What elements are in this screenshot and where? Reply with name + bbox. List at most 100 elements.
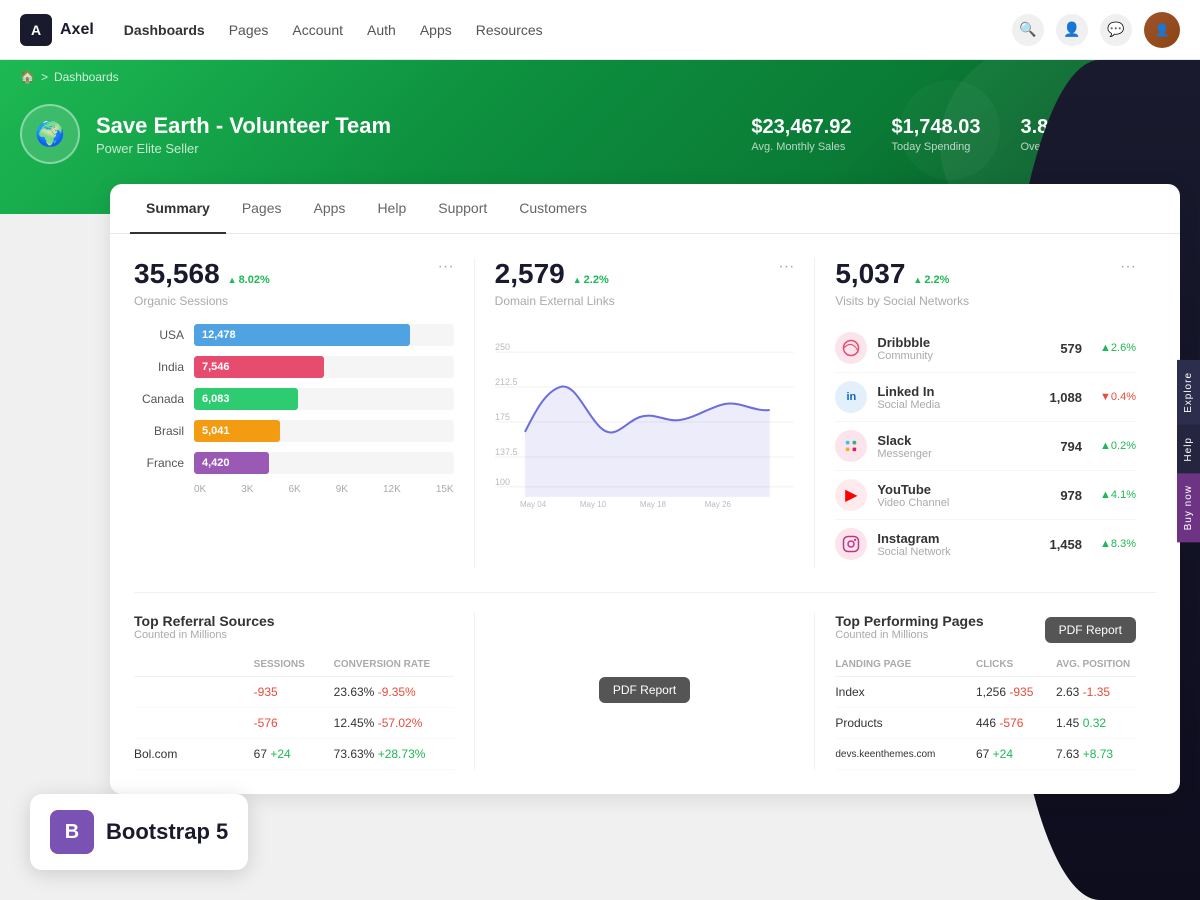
stat-value-7days: -7.4% — [1128, 116, 1180, 139]
bar-row-canada: Canada 6,083 — [134, 388, 454, 410]
metric-main-social: 5,037 ▲ 2.2% — [835, 258, 1120, 290]
bar-label-france: France — [134, 456, 184, 470]
breadcrumb-home[interactable]: 🏠 — [20, 70, 35, 84]
sessions-pct: 8.02% — [239, 274, 270, 286]
youtube-icon: ▶ — [835, 479, 867, 511]
team-info: Save Earth - Volunteer Team Power Elite … — [96, 113, 391, 156]
social-item-instagram: Instagram Social Network 1,458 ▲8.3% — [835, 520, 1136, 568]
youtube-change: ▲4.1% — [1100, 489, 1136, 501]
instagram-icon — [835, 528, 867, 560]
referral-sessions-1: -935 — [254, 685, 334, 699]
sessions-badge: ▲ 8.02% — [228, 274, 270, 286]
stat-label-sales: Avg. Monthly Sales — [751, 141, 851, 153]
bar-row-india: India 7,546 — [134, 356, 454, 378]
buy-now-button[interactable]: Buy now — [1177, 473, 1200, 542]
main-card: Summary Pages Apps Help Support Customer… — [110, 184, 1180, 794]
team-subtitle: Power Elite Seller — [96, 141, 391, 156]
referral-rate-1: 23.63% -9.35% — [334, 685, 454, 699]
tab-support[interactable]: Support — [422, 184, 503, 234]
referral-row-2: -576 12.45% -57.02% — [134, 708, 454, 739]
nav-account[interactable]: Account — [292, 18, 343, 42]
sessions-arrow: ▲ — [228, 275, 237, 285]
notifications-button[interactable]: 👤 — [1056, 14, 1088, 46]
social-more[interactable]: ··· — [1120, 258, 1136, 276]
stat-value-sales: $23,467.92 — [751, 116, 851, 139]
bar-row-brasil: Brasil 5,041 — [134, 420, 454, 442]
linkedin-type: Social Media — [877, 399, 1039, 411]
social-pct: 2.2% — [924, 274, 949, 286]
social-label: Visits by Social Networks — [835, 294, 1136, 308]
linkedin-count: 1,088 — [1049, 390, 1082, 405]
tab-pages[interactable]: Pages — [226, 184, 298, 234]
nav-auth[interactable]: Auth — [367, 18, 396, 42]
bar-track-brasil: 5,041 — [194, 420, 454, 442]
links-arrow: ▲ — [573, 275, 582, 285]
instagram-count: 1,458 — [1049, 537, 1082, 552]
pages-row-2: Products 446 -576 1.45 0.32 — [835, 708, 1136, 739]
navbar: A Axel Dashboards Pages Account Auth App… — [0, 0, 1200, 60]
breadcrumb-current: Dashboards — [54, 70, 119, 84]
bottom-row: Top Referral Sources Counted in Millions… — [134, 592, 1156, 770]
referral-title-group: Top Referral Sources Counted in Millions — [134, 613, 275, 651]
user-avatar[interactable]: 👤 — [1144, 12, 1180, 48]
referral-row-1: -935 23.63% -9.35% — [134, 677, 454, 708]
tab-summary[interactable]: Summary — [130, 184, 226, 234]
page-name-1: Index — [835, 685, 976, 699]
metric-organic-sessions: ··· 35,568 ▲ 8.02% Organic Sessions USA … — [134, 258, 475, 568]
nav-pages[interactable]: Pages — [229, 18, 269, 42]
col-conversion: CONVERSION RATE — [334, 659, 454, 670]
bar-label-usa: USA — [134, 328, 184, 342]
bar-chart: USA 12,478 India 7,546 Canada — [134, 324, 454, 495]
nav-brand[interactable]: A Axel — [20, 14, 94, 46]
social-item-linkedin: in Linked In Social Media 1,088 ▼0.4% — [835, 373, 1136, 422]
dribbble-count: 579 — [1060, 341, 1082, 356]
pages-row-1: Index 1,256 -935 2.63 -1.35 — [835, 677, 1136, 708]
nav-dashboards[interactable]: Dashboards — [124, 18, 205, 42]
metric-main-links: 2,579 ▲ 2.2% — [495, 258, 779, 290]
nav-apps[interactable]: Apps — [420, 18, 452, 42]
nav-resources[interactable]: Resources — [476, 18, 543, 42]
organic-sessions-more[interactable]: ··· — [438, 258, 454, 276]
tab-customers[interactable]: Customers — [503, 184, 603, 234]
slack-info: Slack Messenger — [877, 433, 1050, 460]
slack-type: Messenger — [877, 448, 1050, 460]
stat-monthly-sales: $23,467.92 Avg. Monthly Sales — [751, 116, 851, 153]
svg-text:137.5: 137.5 — [495, 447, 517, 457]
stat-label-spending: Today Spending — [892, 141, 981, 153]
tab-help[interactable]: Help — [361, 184, 422, 234]
stat-label-share: Overall Share — [1020, 141, 1087, 153]
dribbble-name: Dribbble — [877, 335, 1050, 350]
stat-value-share: 3.8% — [1020, 116, 1087, 139]
social-list: Dribbble Community 579 ▲2.6% in Linked I… — [835, 324, 1136, 568]
social-arrow: ▲ — [913, 275, 922, 285]
social-value: 5,037 — [835, 258, 905, 290]
explore-button[interactable]: Explore — [1177, 360, 1200, 425]
side-buttons: Explore Help Buy now — [1177, 360, 1200, 543]
card-body: ··· 35,568 ▲ 8.02% Organic Sessions USA … — [110, 234, 1180, 794]
pdf-report-pages[interactable]: PDF Report — [1045, 617, 1136, 643]
page-name-3: devs.keenthemes.com — [835, 749, 976, 760]
pages-subtitle: Counted in Millions — [835, 629, 983, 641]
links-badge: ▲ 2.2% — [573, 274, 609, 286]
pages-title: Top Performing Pages — [835, 613, 983, 629]
pages-title-group: Top Performing Pages Counted in Millions — [835, 613, 983, 651]
messages-button[interactable]: 💬 — [1100, 14, 1132, 46]
linkedin-name: Linked In — [877, 384, 1039, 399]
youtube-type: Video Channel — [877, 497, 1050, 509]
tab-apps[interactable]: Apps — [298, 184, 362, 234]
linkedin-change: ▼0.4% — [1100, 391, 1136, 403]
stat-overall-share: 3.8% Overall Share — [1020, 116, 1087, 153]
pdf-report-middle[interactable]: PDF Report — [599, 677, 690, 703]
dribbble-type: Community — [877, 350, 1050, 362]
bar-row-france: France 4,420 — [134, 452, 454, 474]
slack-icon — [835, 430, 867, 462]
bar-track-usa: 12,478 — [194, 324, 454, 346]
linkedin-info: Linked In Social Media — [877, 384, 1039, 411]
search-button[interactable]: 🔍 — [1012, 14, 1044, 46]
brand-name: Axel — [60, 21, 94, 39]
external-links-more[interactable]: ··· — [778, 258, 794, 276]
team-title: Save Earth - Volunteer Team — [96, 113, 391, 139]
bootstrap-icon: B — [50, 810, 94, 854]
linkedin-icon: in — [835, 381, 867, 413]
help-button[interactable]: Help — [1177, 425, 1200, 474]
